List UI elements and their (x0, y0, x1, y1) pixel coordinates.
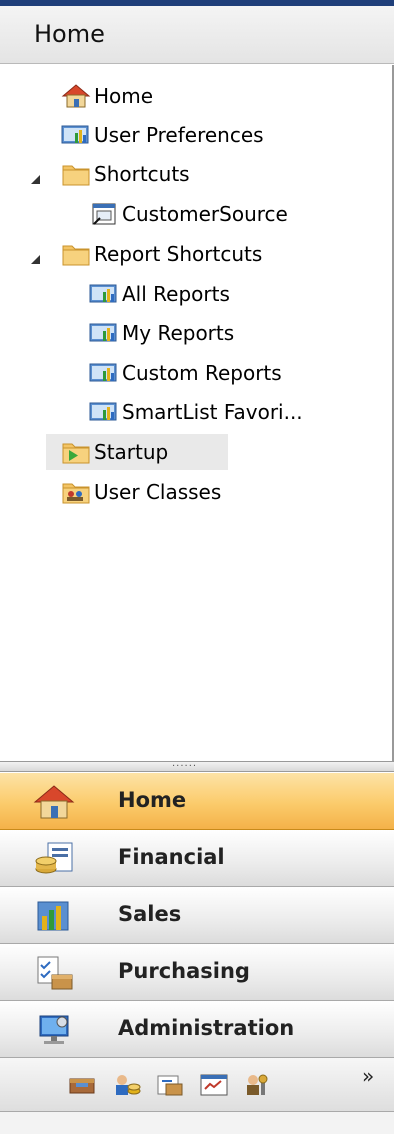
tree-item-home[interactable]: Home (60, 78, 153, 114)
tree-item-label: Startup (94, 440, 169, 464)
nav-button-label: Financial (118, 845, 225, 869)
report-icon (89, 284, 117, 303)
purchasing-icon (37, 956, 73, 990)
nav-button-label: Administration (118, 1016, 295, 1040)
tree-item-label: Report Shortcuts (94, 242, 263, 266)
collapse-arrow-icon[interactable] (29, 173, 41, 185)
splitter-grip-icon: ······ (172, 761, 198, 772)
tree-item-label: SmartList Favori... (122, 400, 303, 424)
nav-overflow-iconbar: » (0, 1058, 394, 1112)
collapse-arrow-icon[interactable] (29, 253, 41, 265)
report-icon (89, 402, 117, 421)
report-icon (61, 125, 89, 144)
tree-item-user-classes[interactable]: User Classes (60, 474, 221, 510)
administration-icon (39, 1015, 69, 1044)
nav-button-purchasing[interactable]: Purchasing (0, 944, 394, 1001)
house-icon (61, 84, 91, 108)
tree-item-my-reports[interactable]: My Reports (88, 315, 234, 351)
navigation-pane-header: Home (0, 6, 394, 64)
nav-button-administration[interactable]: Administration (0, 1001, 394, 1058)
tree-item-customersource[interactable]: CustomerSource (88, 196, 288, 232)
field-service-icon[interactable] (242, 1071, 274, 1099)
user-classes-folder-icon (62, 483, 90, 504)
report-icon (89, 363, 117, 382)
tree-item-smartlist-favorites[interactable]: SmartList Favori... (88, 394, 303, 430)
tree-item-label: All Reports (122, 282, 230, 306)
tree-item-label: CustomerSource (122, 202, 288, 226)
financial-icon (35, 842, 73, 874)
nav-button-label: Purchasing (118, 959, 250, 983)
sales-icon (37, 901, 69, 931)
tree-item-label: Shortcuts (94, 162, 190, 186)
tree-item-label: My Reports (122, 321, 235, 345)
nav-button-sales[interactable]: Sales (0, 887, 394, 944)
report-icon (89, 323, 117, 342)
tree-item-label: Home (94, 84, 154, 108)
hr-payroll-icon[interactable] (110, 1071, 142, 1099)
startup-folder-icon (62, 443, 90, 464)
project-icon[interactable] (154, 1071, 186, 1099)
shortcut-window-icon (92, 203, 116, 225)
nav-button-label: Sales (118, 902, 182, 926)
tree-item-report-shortcuts[interactable]: Report Shortcuts (60, 236, 262, 272)
manufacturing-icon[interactable] (198, 1071, 230, 1099)
tree-item-label: Custom Reports (122, 361, 282, 385)
tree-item-shortcuts[interactable]: Shortcuts (60, 156, 190, 192)
navigation-tree[interactable]: Home User Preferences Shortcuts Customer (0, 65, 394, 762)
tree-item-label: User Preferences (94, 123, 264, 147)
pane-title: Home (34, 20, 105, 48)
nav-button-label: Home (118, 788, 187, 812)
folder-icon (62, 245, 90, 266)
pane-splitter[interactable]: ······ (0, 762, 394, 772)
tree-item-custom-reports[interactable]: Custom Reports (88, 355, 282, 391)
more-buttons-chevron-icon[interactable]: » (362, 1066, 374, 1086)
tree-item-label: User Classes (94, 480, 222, 504)
tree-item-all-reports[interactable]: All Reports (88, 276, 230, 312)
pane-bottom-edge (0, 1112, 394, 1134)
nav-button-home[interactable]: Home (0, 773, 394, 830)
inventory-icon[interactable] (66, 1071, 98, 1099)
tree-item-user-preferences[interactable]: User Preferences (60, 117, 264, 153)
nav-button-financial[interactable]: Financial (0, 830, 394, 887)
folder-icon (62, 165, 90, 186)
tree-item-startup[interactable]: Startup (46, 434, 228, 470)
house-icon (33, 785, 75, 819)
